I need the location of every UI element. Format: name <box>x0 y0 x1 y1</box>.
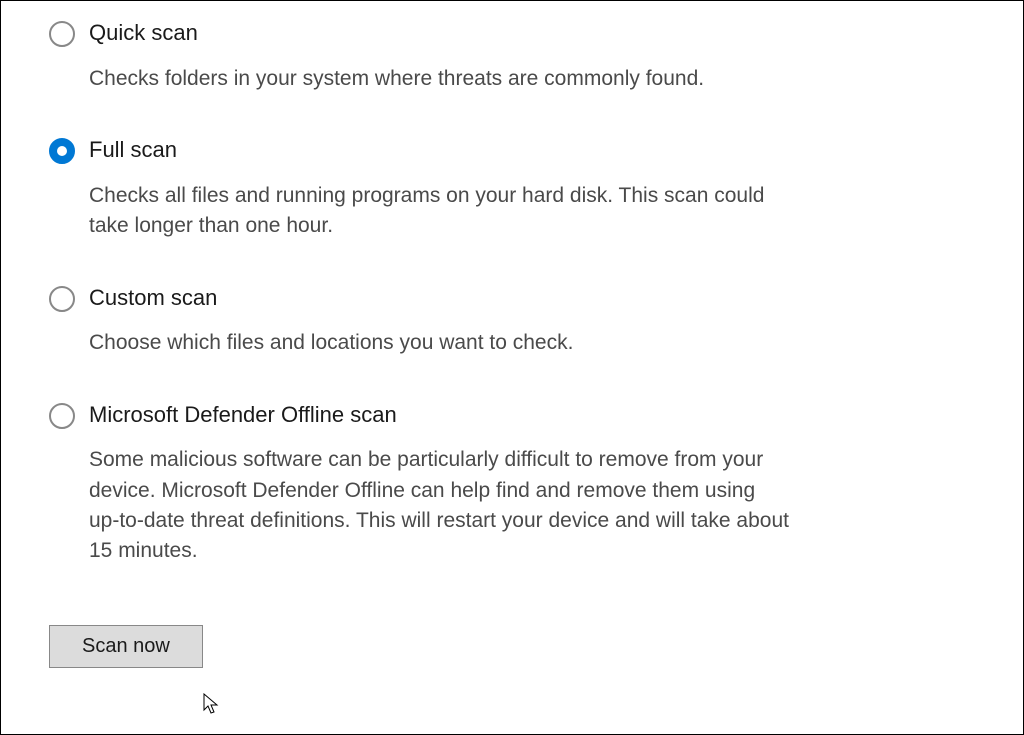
option-content-custom: Custom scan Choose which files and locat… <box>89 284 789 359</box>
description-quick-scan: Checks folders in your system where thre… <box>89 64 789 94</box>
mouse-cursor-icon <box>203 693 223 717</box>
radio-quick-scan[interactable] <box>49 21 75 47</box>
description-full-scan: Checks all files and running programs on… <box>89 181 789 242</box>
option-content-quick: Quick scan Checks folders in your system… <box>89 19 789 94</box>
label-offline-scan[interactable]: Microsoft Defender Offline scan <box>89 401 789 430</box>
scan-option-quick: Quick scan Checks folders in your system… <box>49 19 975 94</box>
description-custom-scan: Choose which files and locations you wan… <box>89 328 789 358</box>
radio-full-scan[interactable] <box>49 138 75 164</box>
option-content-offline: Microsoft Defender Offline scan Some mal… <box>89 401 789 567</box>
scan-option-full: Full scan Checks all files and running p… <box>49 136 975 241</box>
description-offline-scan: Some malicious software can be particula… <box>89 445 789 567</box>
scan-option-custom: Custom scan Choose which files and locat… <box>49 284 975 359</box>
label-full-scan[interactable]: Full scan <box>89 136 789 165</box>
option-content-full: Full scan Checks all files and running p… <box>89 136 789 241</box>
radio-custom-scan-wrapper <box>49 286 75 312</box>
scan-option-offline: Microsoft Defender Offline scan Some mal… <box>49 401 975 567</box>
label-custom-scan[interactable]: Custom scan <box>89 284 789 313</box>
radio-full-scan-wrapper <box>49 138 75 164</box>
label-quick-scan[interactable]: Quick scan <box>89 19 789 48</box>
radio-offline-scan-wrapper <box>49 403 75 429</box>
radio-custom-scan[interactable] <box>49 286 75 312</box>
radio-quick-scan-wrapper <box>49 21 75 47</box>
scan-now-button[interactable]: Scan now <box>49 625 203 668</box>
radio-offline-scan[interactable] <box>49 403 75 429</box>
